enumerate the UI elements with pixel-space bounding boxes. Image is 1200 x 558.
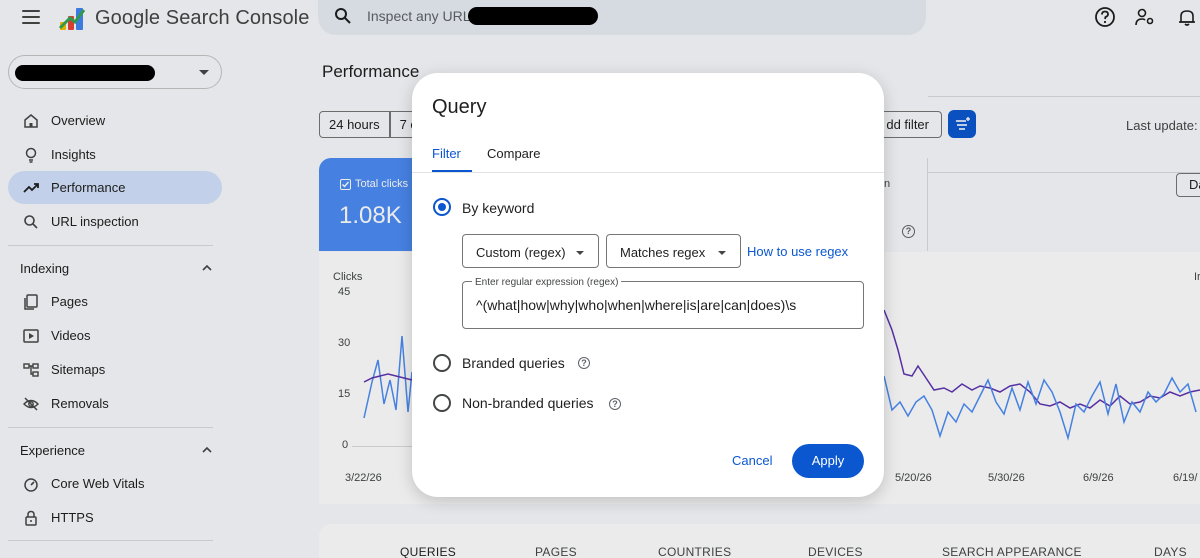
dropdown-arrow-icon	[576, 251, 584, 255]
select-value: Matches regex	[620, 245, 706, 260]
help-icon[interactable]: ?	[578, 357, 590, 369]
cancel-button[interactable]: Cancel	[732, 453, 772, 468]
regex-input-value[interactable]: ^(what|how|why|who|when|where|is|are|can…	[476, 297, 796, 313]
option-label-branded: Branded queries	[462, 355, 565, 371]
query-filter-dialog: Query Filter Compare By keyword Custom (…	[412, 73, 884, 497]
help-icon[interactable]: ?	[609, 398, 621, 410]
dialog-title: Query	[432, 96, 487, 118]
tab-filter[interactable]: Filter	[432, 146, 461, 161]
select-value: Custom (regex)	[476, 245, 566, 260]
dropdown-arrow-icon	[718, 251, 726, 255]
apply-button[interactable]: Apply	[792, 444, 864, 478]
regex-input-label: Enter regular expression (regex)	[472, 277, 622, 288]
option-label-non-branded: Non-branded queries	[462, 395, 594, 411]
radio-by-keyword[interactable]	[433, 198, 451, 216]
radio-branded-queries[interactable]	[433, 354, 451, 372]
how-to-use-regex-link[interactable]: How to use regex	[747, 244, 848, 259]
tab-compare[interactable]: Compare	[487, 146, 540, 161]
tabs-divider	[412, 172, 884, 173]
radio-non-branded-queries[interactable]	[433, 394, 451, 412]
option-label-by-keyword: By keyword	[462, 200, 535, 216]
query-type-select[interactable]: Custom (regex)	[462, 234, 599, 268]
match-type-select[interactable]: Matches regex	[606, 234, 741, 268]
